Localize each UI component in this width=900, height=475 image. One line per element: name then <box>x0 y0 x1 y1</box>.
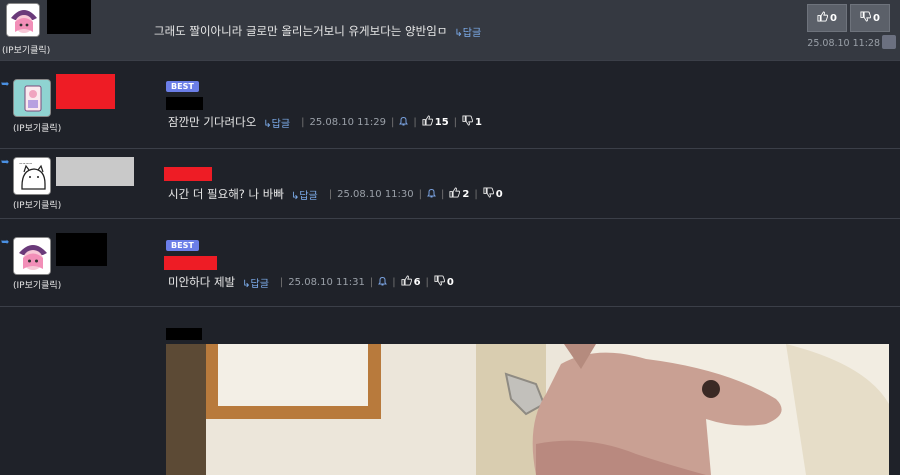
upvote-count: 15 <box>434 116 449 128</box>
vote-buttons: 0 0 <box>804 4 890 32</box>
separator: | <box>390 116 395 128</box>
ip-view-link[interactable]: (IP보기클릭) <box>2 43 50 56</box>
upvote-button[interactable]: 15 <box>422 115 449 129</box>
comment-timestamp: 25.08.10 11:31 <box>288 276 365 288</box>
reply-button[interactable]: ↳답글 <box>242 275 269 290</box>
user-icon[interactable] <box>882 35 896 49</box>
avatar[interactable] <box>13 237 51 275</box>
comment-content: 시간 더 필요해? 나 바빠 ↳답글 | 25.08.10 11:30 | | … <box>168 186 503 202</box>
downvote-count: 1 <box>475 116 482 128</box>
thumbs-up-icon <box>817 11 829 25</box>
character-avatar-image <box>14 80 50 116</box>
reply-arrow-icon: ➥ <box>1 237 10 248</box>
avatar[interactable]: ~~~~ <box>13 157 51 195</box>
upvote-button[interactable]: 6 <box>401 275 421 289</box>
thumbs-up-icon <box>422 115 433 129</box>
thumbs-down-icon <box>483 187 494 201</box>
separator: | <box>369 276 374 288</box>
reply-arrow-icon: ➥ <box>1 157 10 168</box>
separator: | <box>279 276 284 288</box>
reply-button[interactable]: ↳답글 <box>454 24 481 39</box>
top-comment-row: (IP보기클릭) 그래도 짤이아니라 글로만 올리는거보니 유게보다는 양반임ㅁ… <box>0 0 900 61</box>
bell-icon[interactable] <box>427 188 436 201</box>
ip-view-link[interactable]: (IP보기클릭) <box>13 198 61 211</box>
upvote-count: 2 <box>462 188 470 200</box>
downvote-count: 0 <box>495 188 503 200</box>
separator: | <box>301 116 305 128</box>
redacted-name <box>166 328 202 340</box>
comment-content: 미안하다 제발 ↳답글 | 25.08.10 11:31 | | 6 | 0 <box>168 274 454 290</box>
thumbs-down-icon <box>462 115 474 129</box>
cat-sketch-avatar-image: ~~~~ <box>14 158 50 194</box>
cat-photo-image <box>166 344 889 475</box>
thumbs-up-icon <box>401 275 412 289</box>
best-badge: BEST <box>166 240 199 251</box>
downvote-count: 0 <box>446 276 454 288</box>
separator: | <box>392 276 396 288</box>
redacted-nickname <box>56 74 115 109</box>
bell-icon[interactable] <box>399 116 409 129</box>
downvote-count: 0 <box>873 12 880 24</box>
thumbs-up-icon <box>449 187 461 201</box>
upvote-button[interactable]: 2 <box>449 187 469 201</box>
comment-content: 그래도 짤이아니라 글로만 올리는거보니 유게보다는 양반임ㅁ ↳답글 <box>154 23 487 39</box>
reply-button[interactable]: ↳답글 <box>263 115 290 130</box>
upvote-button[interactable]: 0 <box>807 4 847 32</box>
redacted-name <box>164 167 212 181</box>
comment-content: 잠깐만 기다려다오 ↳답글 | 25.08.10 11:29 | | 15 | … <box>168 114 482 130</box>
separator: | <box>328 188 333 200</box>
anime-avatar-image <box>7 4 39 36</box>
ip-view-link[interactable]: (IP보기클릭) <box>13 278 61 291</box>
svg-text:~~~~: ~~~~ <box>19 161 32 166</box>
redacted-name <box>166 97 203 110</box>
bell-icon[interactable] <box>378 276 388 289</box>
redacted-nickname <box>56 233 107 266</box>
redacted-nickname <box>56 157 134 186</box>
comment-text: 미안하다 제발 <box>168 275 236 289</box>
downvote-button[interactable]: 0 <box>483 187 503 201</box>
downvote-button[interactable]: 1 <box>462 115 482 129</box>
upvote-count: 6 <box>413 276 421 288</box>
separator: | <box>441 188 445 200</box>
attached-photo[interactable] <box>166 344 889 475</box>
separator: | <box>418 188 423 200</box>
thumbs-down-icon <box>434 275 446 289</box>
downvote-button[interactable]: 0 <box>850 4 890 32</box>
thumbs-down-icon <box>860 11 872 25</box>
ip-view-link[interactable]: (IP보기클릭) <box>13 121 61 134</box>
comment-text: 시간 더 필요해? 나 바빠 <box>168 187 284 201</box>
separator: | <box>413 116 417 128</box>
comment-row: ➥ ~~~~ (IP보기클릭) 시간 더 필요해? 나 바빠 ↳답글 | 25.… <box>0 150 900 219</box>
reply-arrow-icon: ➥ <box>1 79 10 90</box>
avatar[interactable] <box>6 3 40 37</box>
separator: | <box>425 276 429 288</box>
separator: | <box>474 188 478 200</box>
comment-timestamp: 25.08.10 11:30 <box>337 188 414 200</box>
best-badge: BEST <box>166 81 199 92</box>
anime-avatar-image <box>14 238 50 274</box>
comment-text: 잠깐만 기다려다오 <box>168 115 257 129</box>
comment-timestamp: 25.08.10 11:28 <box>807 38 880 49</box>
comment-text: 그래도 짤이아니라 글로만 올리는거보니 유게보다는 양반임ㅁ <box>154 24 448 38</box>
redacted-name <box>164 256 217 270</box>
downvote-button[interactable]: 0 <box>434 275 454 289</box>
upvote-count: 0 <box>830 12 837 24</box>
separator: | <box>453 116 458 128</box>
redacted-nickname <box>47 0 91 34</box>
comment-row: ➥ (IP보기클릭) BEST 잠깐만 기다려다오 ↳답글 | 25.08.10… <box>0 62 900 149</box>
reply-button[interactable]: ↳답글 <box>291 187 318 202</box>
comment-row: ➥ (IP보기클릭) BEST 미안하다 제발 ↳답글 | 25.08.10 1… <box>0 220 900 307</box>
avatar[interactable] <box>13 79 51 117</box>
comment-timestamp: 25.08.10 11:29 <box>309 116 386 128</box>
